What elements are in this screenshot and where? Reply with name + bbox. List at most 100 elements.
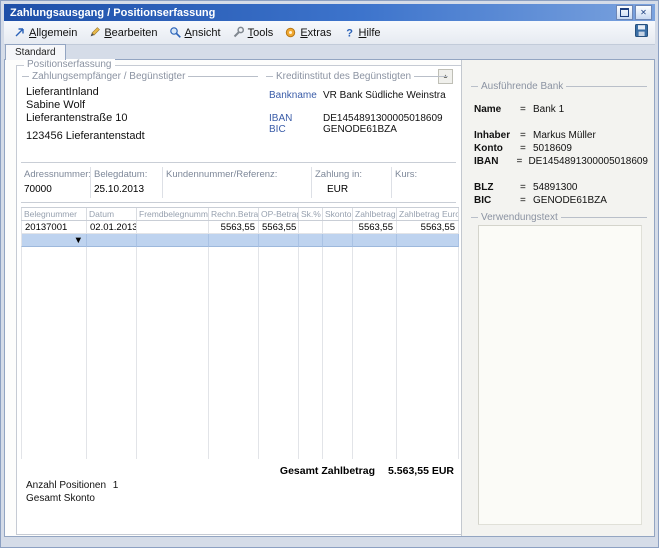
- menu-ansicht[interactable]: Ansicht: [165, 24, 228, 41]
- empty-grid-area: [21, 247, 459, 459]
- menu-extras-label: Extras: [300, 27, 331, 39]
- cell-op-betrag[interactable]: 5563,55: [259, 221, 299, 234]
- verwendungstext-area[interactable]: [478, 225, 642, 525]
- kurs-label: Kurs:: [395, 169, 417, 180]
- equals-sign: =: [520, 182, 533, 193]
- bic-label: BIC: [269, 124, 323, 135]
- cell-datum[interactable]: 02.01.2013: [87, 221, 137, 234]
- cell-empty[interactable]: [353, 234, 397, 247]
- separator-line: [21, 202, 456, 203]
- bank-konto-row: Konto = 5018609: [474, 142, 648, 155]
- grid-column: [299, 247, 323, 459]
- bank-name-value: Bank 1: [533, 104, 564, 115]
- bic-value[interactable]: GENODE61BZA: [323, 124, 397, 135]
- cell-empty[interactable]: [259, 234, 299, 247]
- pencil-icon: [88, 26, 101, 39]
- bank-blz-label: BLZ: [474, 182, 520, 193]
- cell-empty[interactable]: [87, 234, 137, 247]
- belegdatum-value[interactable]: 25.10.2013: [94, 184, 147, 195]
- allgemein-icon: [13, 26, 26, 39]
- gesamt-skonto-label: Gesamt Skonto: [26, 493, 95, 504]
- belegnummer-dropdown[interactable]: ▼: [21, 234, 87, 247]
- bank-name-row: Name = Bank 1: [474, 103, 648, 116]
- menu-tools[interactable]: Tools: [228, 24, 281, 41]
- cell-zahlbetrag-euro[interactable]: 5563,55: [397, 221, 459, 234]
- bank-iban-label: IBAN: [474, 156, 516, 167]
- zahlung-in-field: Zahlung in: EUR: [315, 169, 362, 195]
- column-header[interactable]: Zahlbetrag Euro: [397, 208, 459, 220]
- cell-empty[interactable]: [209, 234, 259, 247]
- cell-empty[interactable]: [299, 234, 323, 247]
- kundennummer-value[interactable]: [166, 184, 277, 195]
- payee-group-legend: Zahlungsempfänger / Begünstigter: [22, 71, 258, 82]
- bank-name-label: Name: [474, 104, 520, 115]
- zahlung-in-label: Zahlung in:: [315, 169, 362, 180]
- payee-street: Lieferantenstraße 10: [26, 112, 145, 125]
- cell-fremdbelegnummer[interactable]: [137, 221, 209, 234]
- payee-name: LieferantInland: [26, 86, 145, 99]
- bankname-label: Bankname: [269, 90, 323, 101]
- application-window: Zahlungsausgang / Positionserfassung ✕ A…: [0, 0, 659, 548]
- positionserfassung-legend: Positionserfassung: [24, 59, 115, 70]
- cell-empty[interactable]: [323, 234, 353, 247]
- cell-skonto[interactable]: [323, 221, 353, 234]
- cell-empty[interactable]: [137, 234, 209, 247]
- column-header[interactable]: Skonto: [323, 208, 353, 220]
- close-button[interactable]: ✕: [635, 5, 652, 20]
- equals-sign: =: [516, 156, 528, 167]
- kurs-field: Kurs:: [395, 169, 417, 195]
- column-header[interactable]: Fremdbelegnummer: [137, 208, 209, 220]
- titlebar[interactable]: Zahlungsausgang / Positionserfassung ✕: [4, 4, 655, 21]
- cell-rechn-betrag[interactable]: 5563,55: [209, 221, 259, 234]
- column-header[interactable]: OP-Betrag: [259, 208, 299, 220]
- bic-row: BIC GENODE61BZA: [269, 124, 397, 135]
- equals-sign: =: [520, 104, 533, 115]
- verwendungstext-legend: Verwendungstext: [471, 212, 647, 223]
- grid-column: [323, 247, 353, 459]
- iban-label: IBAN: [269, 113, 323, 124]
- table-row[interactable]: 20137001 02.01.2013 5563,55 5563,55 5563…: [21, 221, 459, 234]
- kurs-value[interactable]: [395, 184, 417, 195]
- menu-allgemein[interactable]: Allgemein: [9, 24, 84, 41]
- bank-bic-value: GENODE61BZA: [533, 195, 607, 206]
- iban-value[interactable]: DE1454891300005018609: [323, 113, 443, 124]
- menu-bearbeiten[interactable]: Bearbeiten: [84, 24, 164, 41]
- anzahl-positionen-value: 1: [113, 480, 119, 491]
- payee-city: 123456 Lieferantenstadt: [26, 130, 145, 143]
- menu-hilfe[interactable]: ? Hilfe: [339, 24, 388, 41]
- field-separator: [162, 167, 163, 198]
- zahlung-in-value[interactable]: EUR: [315, 184, 362, 195]
- save-button[interactable]: [633, 22, 650, 44]
- tab-standard[interactable]: Standard: [5, 44, 66, 60]
- cell-sk-prozent[interactable]: [299, 221, 323, 234]
- field-separator: [90, 167, 91, 198]
- cell-empty[interactable]: [397, 234, 459, 247]
- separator-line: [21, 162, 456, 163]
- cell-zahlbetrag[interactable]: 5563,55: [353, 221, 397, 234]
- dropdown-icon: ▼: [74, 235, 83, 246]
- column-header[interactable]: Datum: [87, 208, 137, 220]
- menu-extras[interactable]: Extras: [280, 24, 338, 41]
- executing-bank-fields: Name = Bank 1 Inhaber = Markus Müller Ko…: [474, 103, 648, 207]
- belegdatum-field: Belegdatum: 25.10.2013: [94, 169, 147, 195]
- column-header[interactable]: Sk.%: [299, 208, 323, 220]
- column-header[interactable]: Zahlbetrag: [353, 208, 397, 220]
- restore-button[interactable]: [616, 5, 633, 20]
- menu-allgemein-label: Allgemein: [29, 27, 77, 39]
- grid-column: [137, 247, 209, 459]
- restore-icon: [620, 8, 629, 17]
- grid-column: [87, 247, 137, 459]
- adressnummer-value[interactable]: 70000: [24, 184, 91, 195]
- selected-new-row[interactable]: ▼: [21, 234, 459, 247]
- gear-icon: [284, 26, 297, 39]
- equals-sign: =: [520, 195, 533, 206]
- executing-bank-legend: Ausführende Bank: [471, 81, 647, 92]
- kundennummer-label: Kundennummer/Referenz:: [166, 169, 277, 180]
- column-header[interactable]: Belegnummer: [21, 208, 87, 220]
- bank-bic-row: BIC = GENODE61BZA: [474, 194, 648, 207]
- field-separator: [391, 167, 392, 198]
- column-header[interactable]: Rechn.Betrag: [209, 208, 259, 220]
- grid-column: [209, 247, 259, 459]
- bankname-value[interactable]: VR Bank Südliche Weinstra: [323, 90, 446, 101]
- cell-belegnummer[interactable]: 20137001: [21, 221, 87, 234]
